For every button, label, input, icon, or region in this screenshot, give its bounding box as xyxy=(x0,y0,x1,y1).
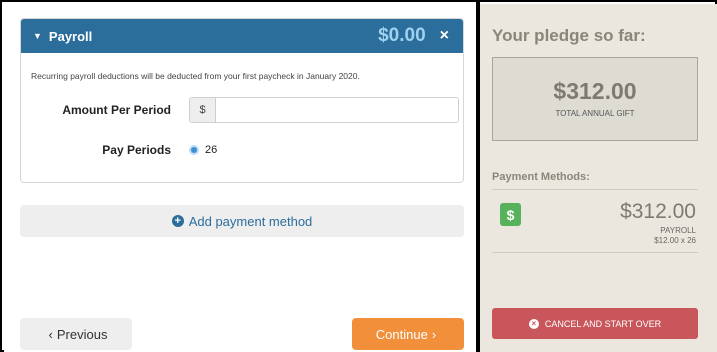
app-frame: ▼ Payroll $0.00 × Recurring payroll dedu… xyxy=(0,0,717,352)
chevron-left-icon: ‹ xyxy=(48,326,53,342)
previous-button[interactable]: ‹ Previous xyxy=(20,318,132,350)
payroll-amount: $0.00 xyxy=(378,25,426,46)
pay-periods-label: Pay Periods xyxy=(102,143,171,157)
collapse-caret-icon[interactable]: ▼ xyxy=(33,31,42,41)
add-payment-method-label: Add payment method xyxy=(188,213,313,229)
total-amount: $312.00 xyxy=(553,78,637,104)
payroll-header[interactable]: ▼ Payroll $0.00 × xyxy=(21,19,463,53)
total-gift-box: $312.00 TOTAL ANNUAL GIFT xyxy=(492,57,698,141)
payroll-title: Payroll xyxy=(48,28,93,44)
amount-per-period-label: Amount Per Period xyxy=(62,103,171,117)
currency-prefix: $ xyxy=(190,98,216,122)
amount-input-group: $ xyxy=(189,97,459,123)
pay-periods-row: Pay Periods 26 xyxy=(21,143,463,157)
total-label: TOTAL ANNUAL GIFT xyxy=(555,109,635,118)
plus-circle-icon: + xyxy=(171,215,184,227)
method-amount: $312.00 xyxy=(620,200,696,223)
amount-per-period-input[interactable] xyxy=(216,98,458,122)
method-calculation: $12.00 x 26 xyxy=(654,236,696,245)
previous-label: Previous xyxy=(56,326,108,342)
payroll-card: ▼ Payroll $0.00 × Recurring payroll dedu… xyxy=(20,18,464,183)
cancel-and-start-over-button[interactable]: × CANCEL AND START OVER xyxy=(492,308,698,339)
pay-periods-value: 26 xyxy=(205,144,218,156)
pledge-summary-panel: Your pledge so far: $312.00 TOTAL ANNUAL… xyxy=(480,4,717,352)
methods-divider-bottom xyxy=(492,252,698,253)
payroll-note: Recurring payroll deductions will be ded… xyxy=(31,71,360,81)
payment-methods-title: Payment Methods: xyxy=(492,171,590,183)
close-icon[interactable]: × xyxy=(440,28,449,44)
pledge-title: Your pledge so far: xyxy=(492,26,646,45)
continue-label: Continue xyxy=(375,326,428,342)
method-type: PAYROLL xyxy=(660,226,696,235)
cancel-label: CANCEL AND START OVER xyxy=(544,318,662,329)
methods-divider-top xyxy=(492,189,698,190)
chevron-right-icon: › xyxy=(431,326,437,342)
close-circle-icon: × xyxy=(528,318,539,329)
amount-per-period-row: Amount Per Period $ xyxy=(21,97,463,123)
dollar-icon: $ xyxy=(500,203,521,226)
continue-button[interactable]: Continue › xyxy=(352,318,464,350)
pay-periods-radio[interactable] xyxy=(189,145,199,155)
add-payment-method-button[interactable]: + Add payment method xyxy=(20,205,464,237)
payment-panel: ▼ Payroll $0.00 × Recurring payroll dedu… xyxy=(4,4,476,352)
